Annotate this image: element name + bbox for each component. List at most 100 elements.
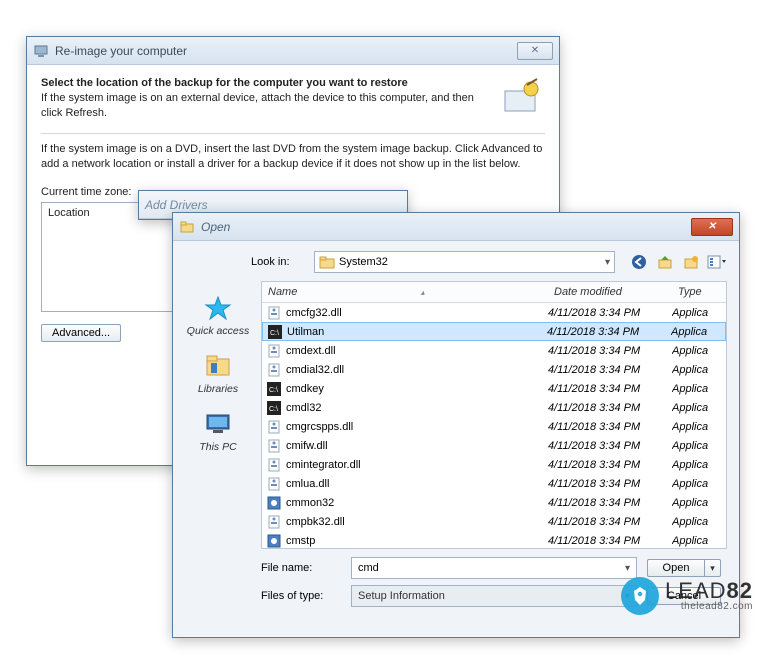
- file-date: 4/11/2018 3:34 PM: [548, 402, 672, 414]
- file-row[interactable]: cmgrcspps.dll4/11/2018 3:34 PMApplica: [262, 417, 726, 436]
- file-row[interactable]: C:\Utilman4/11/2018 3:34 PMApplica: [262, 322, 726, 341]
- file-type-icon: [266, 343, 282, 359]
- file-type-icon: [266, 457, 282, 473]
- file-name: cmintegrator.dll: [286, 459, 548, 471]
- file-type-icon: [266, 476, 282, 492]
- file-list-header[interactable]: Name▴ Date modified Type: [262, 282, 726, 303]
- reimage-close-button[interactable]: ✕: [517, 42, 553, 60]
- filetype-label: Files of type:: [261, 590, 341, 602]
- file-list-pane: Name▴ Date modified Type cmcfg32.dll4/11…: [261, 281, 727, 549]
- reimage-heading: Select the location of the backup for th…: [41, 77, 408, 89]
- file-type-icon: C:\: [266, 381, 282, 397]
- watermark: LEAD82 thelead82.com: [621, 577, 753, 615]
- file-type-icon: [266, 362, 282, 378]
- reimage-titlebar[interactable]: Re-image your computer ✕: [27, 37, 559, 65]
- reimage-subdesc: If the system image is on an external de…: [41, 91, 491, 121]
- advanced-button[interactable]: Advanced...: [41, 324, 121, 342]
- file-name: cmifw.dll: [286, 440, 548, 452]
- file-row[interactable]: cmcfg32.dll4/11/2018 3:34 PMApplica: [262, 303, 726, 322]
- svg-text:C:\: C:\: [270, 330, 279, 337]
- add-drivers-title: Add Drivers: [145, 198, 208, 212]
- file-type-icon: [266, 305, 282, 321]
- file-date: 4/11/2018 3:34 PM: [548, 478, 672, 490]
- file-name: cmdkey: [286, 383, 548, 395]
- file-type-icon: [266, 495, 282, 511]
- nav-newfolder-icon[interactable]: [681, 252, 701, 272]
- filename-input[interactable]: cmd ▾: [351, 557, 637, 579]
- file-date: 4/11/2018 3:34 PM: [548, 345, 672, 357]
- file-type: Applica: [672, 478, 722, 490]
- file-type: Applica: [672, 402, 722, 414]
- filetype-dropdown[interactable]: Setup Information ▾: [351, 585, 637, 607]
- lookin-dropdown[interactable]: System32 ▾: [314, 251, 615, 273]
- nav-back-icon[interactable]: [629, 252, 649, 272]
- nav-up-icon[interactable]: [655, 252, 675, 272]
- open-button[interactable]: Open: [647, 559, 705, 577]
- file-type: Applica: [672, 345, 722, 357]
- reimage-icon: [33, 43, 49, 59]
- file-type: Applica: [672, 307, 722, 319]
- reimage-title: Re-image your computer: [55, 44, 187, 58]
- folder-icon: [319, 255, 335, 269]
- file-type: Applica: [672, 383, 722, 395]
- file-date: 4/11/2018 3:34 PM: [548, 364, 672, 376]
- file-name: Utilman: [287, 326, 547, 338]
- svg-text:C:\: C:\: [269, 406, 278, 413]
- file-row[interactable]: cmdial32.dll4/11/2018 3:34 PMApplica: [262, 360, 726, 379]
- sort-indicator-icon: ▴: [421, 288, 425, 297]
- file-type: Applica: [672, 497, 722, 509]
- nav-viewmenu-icon[interactable]: [707, 252, 727, 272]
- file-row[interactable]: cmdext.dll4/11/2018 3:34 PMApplica: [262, 341, 726, 360]
- file-type: Applica: [671, 326, 721, 338]
- file-row[interactable]: cmmon324/11/2018 3:34 PMApplica: [262, 493, 726, 512]
- chevron-down-icon: ▾: [605, 257, 610, 268]
- open-titlebar[interactable]: Open ✕: [173, 213, 739, 241]
- place-quick-access[interactable]: Quick access: [187, 293, 249, 337]
- file-name: cmdext.dll: [286, 345, 548, 357]
- file-type-icon: [266, 533, 282, 549]
- file-type: Applica: [672, 421, 722, 433]
- open-button-dropdown[interactable]: ▾: [705, 559, 721, 577]
- file-name: cmstp: [286, 535, 548, 547]
- open-dialog: Open ✕ Look in: System32 ▾: [172, 212, 740, 638]
- place-libraries[interactable]: Libraries: [198, 351, 238, 395]
- file-name: cmdl32: [286, 402, 548, 414]
- places-bar: Quick access Libraries This PC: [185, 281, 251, 549]
- file-date: 4/11/2018 3:34 PM: [548, 459, 672, 471]
- file-type: Applica: [672, 440, 722, 452]
- lookin-label: Look in:: [251, 256, 306, 268]
- location-column-header: Location: [48, 207, 90, 219]
- open-close-button[interactable]: ✕: [691, 218, 733, 236]
- file-date: 4/11/2018 3:34 PM: [548, 383, 672, 395]
- file-row[interactable]: cmifw.dll4/11/2018 3:34 PMApplica: [262, 436, 726, 455]
- watermark-logo-icon: [621, 577, 659, 615]
- file-date: 4/11/2018 3:34 PM: [548, 497, 672, 509]
- file-row[interactable]: cmpbk32.dll4/11/2018 3:34 PMApplica: [262, 512, 726, 531]
- file-date: 4/11/2018 3:34 PM: [548, 440, 672, 452]
- file-name: cmlua.dll: [286, 478, 548, 490]
- file-type: Applica: [672, 459, 722, 471]
- file-date: 4/11/2018 3:34 PM: [548, 421, 672, 433]
- file-date: 4/11/2018 3:34 PM: [548, 307, 672, 319]
- file-row[interactable]: C:\ cmdkey4/11/2018 3:34 PMApplica: [262, 379, 726, 398]
- file-row[interactable]: cmstp4/11/2018 3:34 PMApplica: [262, 531, 726, 548]
- lookin-value: System32: [339, 256, 388, 268]
- filename-label: File name:: [261, 562, 341, 574]
- file-name: cmdial32.dll: [286, 364, 548, 376]
- file-date: 4/11/2018 3:34 PM: [548, 535, 672, 547]
- reimage-paragraph: If the system image is on a DVD, insert …: [41, 142, 545, 172]
- file-name: cmcfg32.dll: [286, 307, 548, 319]
- place-this-pc[interactable]: This PC: [199, 409, 236, 453]
- file-name: cmgrcspps.dll: [286, 421, 548, 433]
- file-row[interactable]: C:\ cmdl324/11/2018 3:34 PMApplica: [262, 398, 726, 417]
- file-row[interactable]: cmlua.dll4/11/2018 3:34 PMApplica: [262, 474, 726, 493]
- chevron-down-icon: ▾: [625, 563, 630, 574]
- file-row[interactable]: cmintegrator.dll4/11/2018 3:34 PMApplica: [262, 455, 726, 474]
- file-list[interactable]: cmcfg32.dll4/11/2018 3:34 PMApplicaC:\Ut…: [262, 303, 726, 548]
- svg-text:C:\: C:\: [269, 387, 278, 394]
- file-type-icon: C:\: [267, 324, 283, 340]
- file-type: Applica: [672, 535, 722, 547]
- file-type: Applica: [672, 364, 722, 376]
- file-type-icon: [266, 419, 282, 435]
- file-name: cmpbk32.dll: [286, 516, 548, 528]
